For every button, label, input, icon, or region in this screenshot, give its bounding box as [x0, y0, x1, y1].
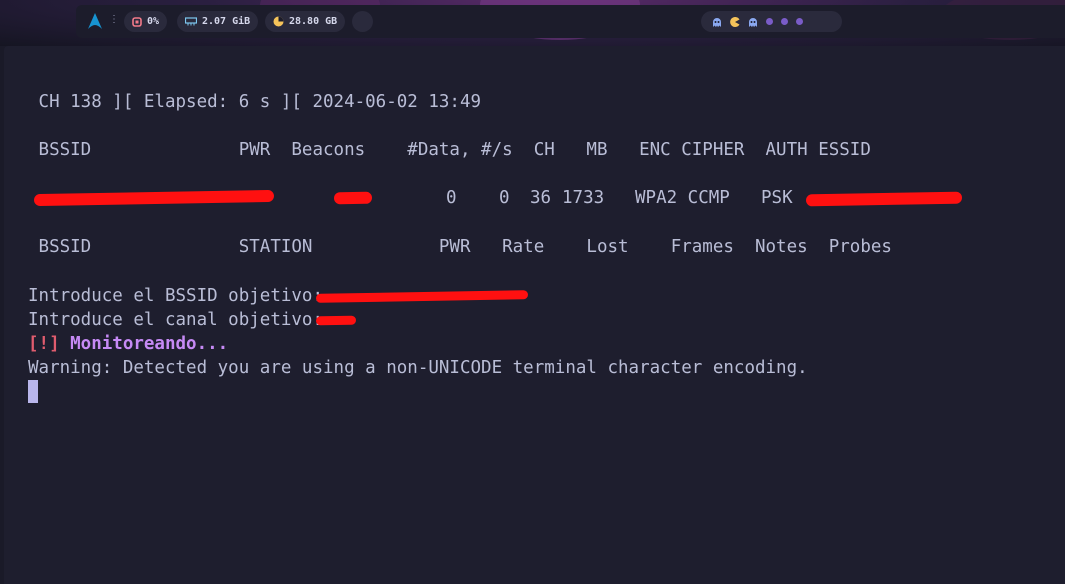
ap-data-count: 0 — [446, 188, 457, 208]
ap-channel: 36 — [530, 188, 552, 208]
empty-widget[interactable] — [352, 11, 373, 32]
terminal-window[interactable]: CH 138 ][ Elapsed: 6 s ][ 2024-06-02 13:… — [4, 46, 1065, 584]
arch-logo-icon[interactable] — [88, 13, 102, 29]
alert-text: Monitoreando... — [59, 334, 229, 354]
terminal-cursor — [28, 380, 38, 403]
redacted-essid — [805, 191, 963, 207]
workspace-dot[interactable] — [781, 18, 788, 25]
memory-widget[interactable]: 2.07 GiB — [177, 11, 259, 32]
cpu-usage: 0% — [147, 16, 160, 27]
memory-usage: 2.07 GiB — [202, 16, 251, 27]
memory-icon — [185, 17, 197, 26]
ap-auth: PSK — [761, 188, 793, 208]
ap-encryption: WPA2 CCMP — [635, 188, 730, 208]
alert-tag: [!] — [28, 334, 60, 354]
redacted-beacons — [333, 191, 373, 205]
disk-pie-icon — [273, 16, 284, 27]
cpu-widget[interactable]: 0% — [124, 11, 168, 32]
ap-table-header: BSSID PWR Beacons #Data, #/s CH MB ENC C… — [28, 140, 871, 160]
redacted-input-channel — [315, 315, 357, 326]
ghost-icon[interactable] — [712, 17, 722, 27]
ghost-icon[interactable] — [748, 17, 758, 27]
menu-dots-icon[interactable]: ⋮ — [109, 14, 119, 25]
redacted-input-bssid — [315, 290, 529, 303]
airodump-status-line: CH 138 ][ Elapsed: 6 s ][ 2024-06-02 13:… — [28, 92, 482, 112]
disk-widget[interactable]: 28.80 GB — [265, 11, 346, 32]
ap-data-rate: 0 — [499, 188, 510, 208]
encoding-warning: Warning: Detected you are using a non-UN… — [28, 358, 808, 378]
workspace-indicator — [701, 11, 842, 32]
station-table-header: BSSID STATION PWR Rate Lost Frames Notes… — [28, 237, 892, 257]
monitor-status-line: [!] Monitoreando... — [28, 332, 228, 356]
redacted-bssid — [33, 189, 275, 207]
workspace-dot[interactable] — [766, 18, 773, 25]
prompt-bssid: Introduce el BSSID objetivo: — [28, 286, 334, 306]
ap-max-rate: 1733 — [562, 188, 605, 208]
disk-usage: 28.80 GB — [289, 16, 338, 27]
prompt-channel: Introduce el canal objetivo: — [28, 310, 334, 330]
top-status-bar: ⋮ 0% 2.07 GiB 28.80 GB — [76, 5, 1065, 38]
cpu-icon — [132, 16, 142, 27]
pacman-icon[interactable] — [730, 16, 740, 27]
workspace-dot[interactable] — [796, 18, 803, 25]
